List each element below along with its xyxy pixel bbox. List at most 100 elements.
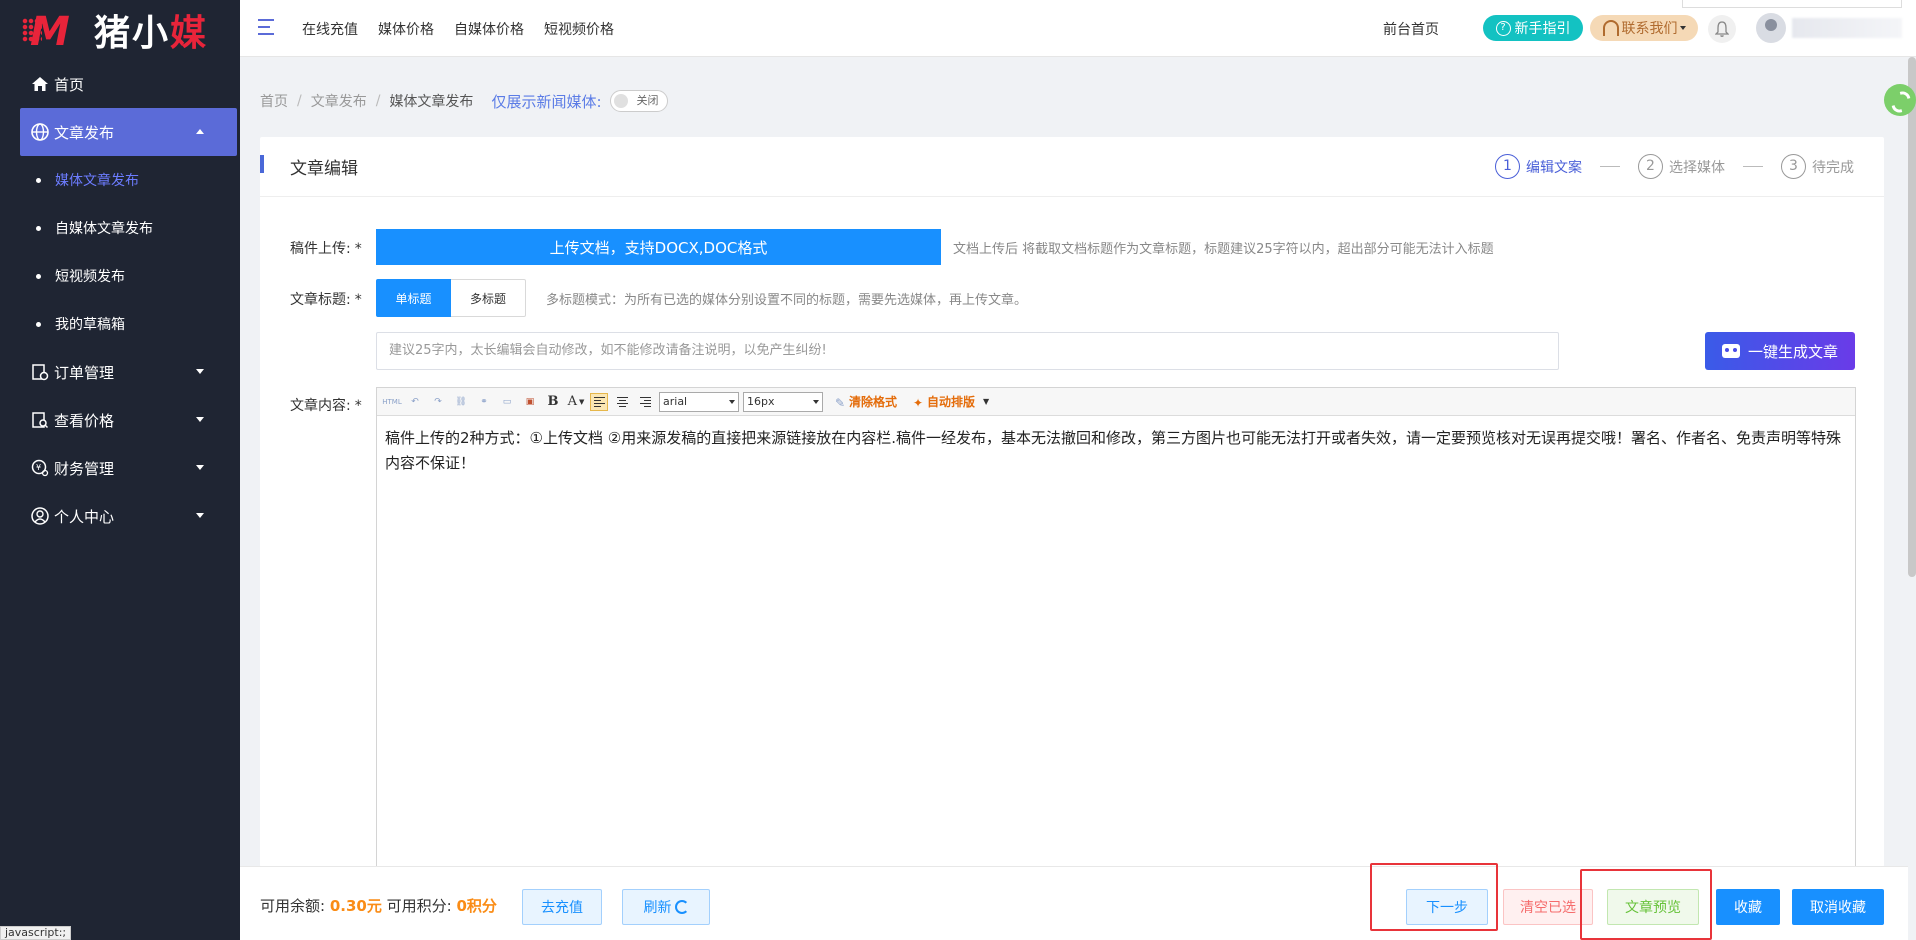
article-edit-card: 文章编辑 1 编辑文案 2 选择媒体 3 待完成 稿件上传: * 上传文档，支持D… [260, 137, 1884, 867]
uncollect-button[interactable]: 取消收藏 [1792, 889, 1884, 925]
card-header: 文章编辑 1 编辑文案 2 选择媒体 3 待完成 [260, 137, 1884, 197]
step-number: 3 [1781, 154, 1806, 179]
breadcrumb-current: 媒体文章发布 [389, 94, 474, 110]
align-center-icon[interactable] [613, 393, 631, 411]
magic-wand-icon: ✦ [913, 395, 924, 410]
eraser-icon: ✎ [835, 395, 846, 410]
status-bar-url: javascript:; [0, 926, 72, 940]
highlight-box-next [1370, 863, 1498, 931]
menu-toggle-icon[interactable] [258, 19, 274, 35]
font-size-select[interactable]: 16px [743, 391, 823, 412]
sidebar: M 猪小媒 首页 文章发布 媒体文章发布 自媒体文章发布 短视频发布 我的草稿箱 [0, 0, 240, 940]
bell-icon[interactable] [1708, 15, 1736, 43]
globe-icon [30, 122, 50, 142]
upload-label: 稿件上传: * [290, 241, 362, 257]
sidebar-subitem-media-article[interactable]: 媒体文章发布 [0, 156, 240, 204]
sidebar-item-personal-center[interactable]: 个人中心 [0, 492, 240, 540]
sidebar-item-view-price[interactable]: 查看价格 [0, 396, 240, 444]
guide-button[interactable]: ? 新手指引 [1483, 15, 1583, 41]
sidebar-item-order-mgmt[interactable]: 订单管理 [0, 348, 240, 396]
logo[interactable]: M 猪小媒 [0, 0, 240, 60]
top-menu: 在线充值 媒体价格 自媒体价格 短视频价格 [302, 0, 634, 57]
username-redacted[interactable] [1792, 18, 1902, 38]
clear-format-button[interactable]: ✎ 清除格式 [835, 393, 897, 410]
article-title-input[interactable]: 建议25字内，太长编辑会自动修改，如不能修改请备注说明，以免产生纠纷! [376, 332, 1559, 370]
html-source-icon[interactable]: HTML [382, 393, 401, 411]
headset-icon [1602, 20, 1619, 36]
sidebar-item-finance-mgmt[interactable]: ¥ 财务管理 [0, 444, 240, 492]
link-icon[interactable]: ⛓ [452, 393, 470, 411]
logo-text: 猪小媒 [94, 13, 209, 54]
breadcrumb: 首页 / 文章发布 / 媒体文章发布 仅展示新闻媒体: 关闭 [260, 90, 668, 112]
refresh-button[interactable]: 刷新 [622, 889, 710, 925]
editor-toolbar: HTML ↶ ↷ ⛓ ⚭ ▭ ▣ B A ▼ arial 16px ✎ 清除格式 ✦… [377, 388, 1855, 416]
bullet-icon [36, 321, 41, 327]
collect-button[interactable]: 收藏 [1716, 889, 1780, 925]
refresh-label: 刷新 [643, 900, 672, 916]
title-accent-bar [260, 155, 264, 173]
sidebar-subitem-short-video[interactable]: 短视频发布 [0, 252, 240, 300]
front-home-link[interactable]: 前台首页 [1383, 19, 1439, 39]
font-color-icon[interactable]: A ▼ [567, 393, 585, 411]
breadcrumb-home[interactable]: 首页 [260, 91, 288, 111]
insert-image-icon[interactable]: ▣ [521, 393, 539, 411]
chevron-down-icon [196, 417, 204, 422]
top-header: 在线充值 媒体价格 自媒体价格 短视频价格 前台首页 ? 新手指引 联系我们 [240, 0, 1916, 57]
step-number: 1 [1495, 154, 1520, 179]
top-menu-self-media-price[interactable]: 自媒体价格 [454, 19, 524, 39]
top-menu-recharge[interactable]: 在线充值 [302, 19, 358, 39]
breadcrumb-article-publish[interactable]: 文章发布 [311, 91, 367, 111]
editor-content[interactable]: 稿件上传的2种方式：①上传文档 ②用来源发稿的直接把来源链接放在内容栏.稿件一经… [377, 416, 1855, 486]
contact-button[interactable]: 联系我们 [1590, 15, 1698, 41]
step-label: 编辑文案 [1526, 159, 1582, 176]
step-number: 2 [1638, 154, 1663, 179]
only-news-toggle[interactable]: 关闭 [609, 90, 668, 112]
sidebar-item-label: 文章发布 [54, 123, 115, 142]
auto-layout-button[interactable]: ✦ 自动排版 ▼ [913, 393, 989, 410]
title-mode-switch: 单标题 多标题 [376, 279, 526, 317]
points-value: 0积分 [456, 897, 497, 915]
sidebar-subitem-label: 自媒体文章发布 [55, 221, 153, 237]
step-connector [1743, 166, 1763, 167]
single-title-button[interactable]: 单标题 [376, 279, 451, 317]
upload-document-button[interactable]: 上传文档，支持DOCX,DOC格式 [376, 229, 941, 265]
question-icon: ? [1495, 20, 1511, 36]
page-scrollbar[interactable] [1908, 57, 1916, 577]
sidebar-item-home[interactable]: 首页 [0, 60, 240, 108]
align-right-icon[interactable] [636, 393, 654, 411]
user-icon [30, 506, 50, 526]
unlink-icon[interactable]: ⚭ [475, 393, 493, 411]
top-menu-short-video-price[interactable]: 短视频价格 [544, 19, 614, 39]
recharge-button[interactable]: 去充值 [522, 889, 602, 925]
page-title: 文章编辑 [290, 159, 358, 179]
top-menu-media-price[interactable]: 媒体价格 [378, 19, 434, 39]
balance-info: 可用余额: 0.30元 可用积分: 0积分 [260, 895, 497, 916]
undo-icon[interactable]: ↶ [406, 393, 424, 411]
sidebar-subitem-label: 短视频发布 [55, 269, 125, 285]
floating-assistant-icon[interactable] [1884, 84, 1916, 116]
sidebar-subitem-label: 我的草稿箱 [55, 317, 125, 333]
sidebar-item-article-publish[interactable]: 文章发布 [20, 108, 237, 156]
balance-value: 0.30元 [329, 897, 382, 915]
sidebar-subitem-self-media-article[interactable]: 自媒体文章发布 [0, 204, 240, 252]
bullet-icon [36, 273, 41, 279]
guide-label: 新手指引 [1514, 21, 1571, 37]
redo-icon[interactable]: ↷ [429, 393, 447, 411]
align-left-icon[interactable] [590, 392, 608, 411]
avatar[interactable] [1756, 13, 1786, 43]
bold-icon[interactable]: B [544, 393, 562, 411]
multi-title-button[interactable]: 多标题 [451, 279, 526, 317]
step-indicator: 1 编辑文案 2 选择媒体 3 待完成 [1495, 154, 1854, 179]
step-select-media: 2 选择媒体 [1638, 154, 1725, 179]
sidebar-item-label: 财务管理 [54, 459, 115, 478]
image-icon[interactable]: ▭ [498, 393, 516, 411]
dropdown-edge [1682, 0, 1902, 8]
font-family-select[interactable]: arial [659, 391, 739, 412]
chevron-down-icon [196, 369, 204, 374]
ai-generate-label: 一键生成文章 [1747, 342, 1838, 361]
step-label: 选择媒体 [1669, 159, 1725, 176]
only-news-label: 仅展示新闻媒体: [491, 92, 602, 111]
sidebar-subitem-drafts[interactable]: 我的草稿箱 [0, 300, 240, 348]
sidebar-item-label: 个人中心 [54, 507, 115, 526]
ai-generate-button[interactable]: 一键生成文章 [1705, 332, 1855, 370]
